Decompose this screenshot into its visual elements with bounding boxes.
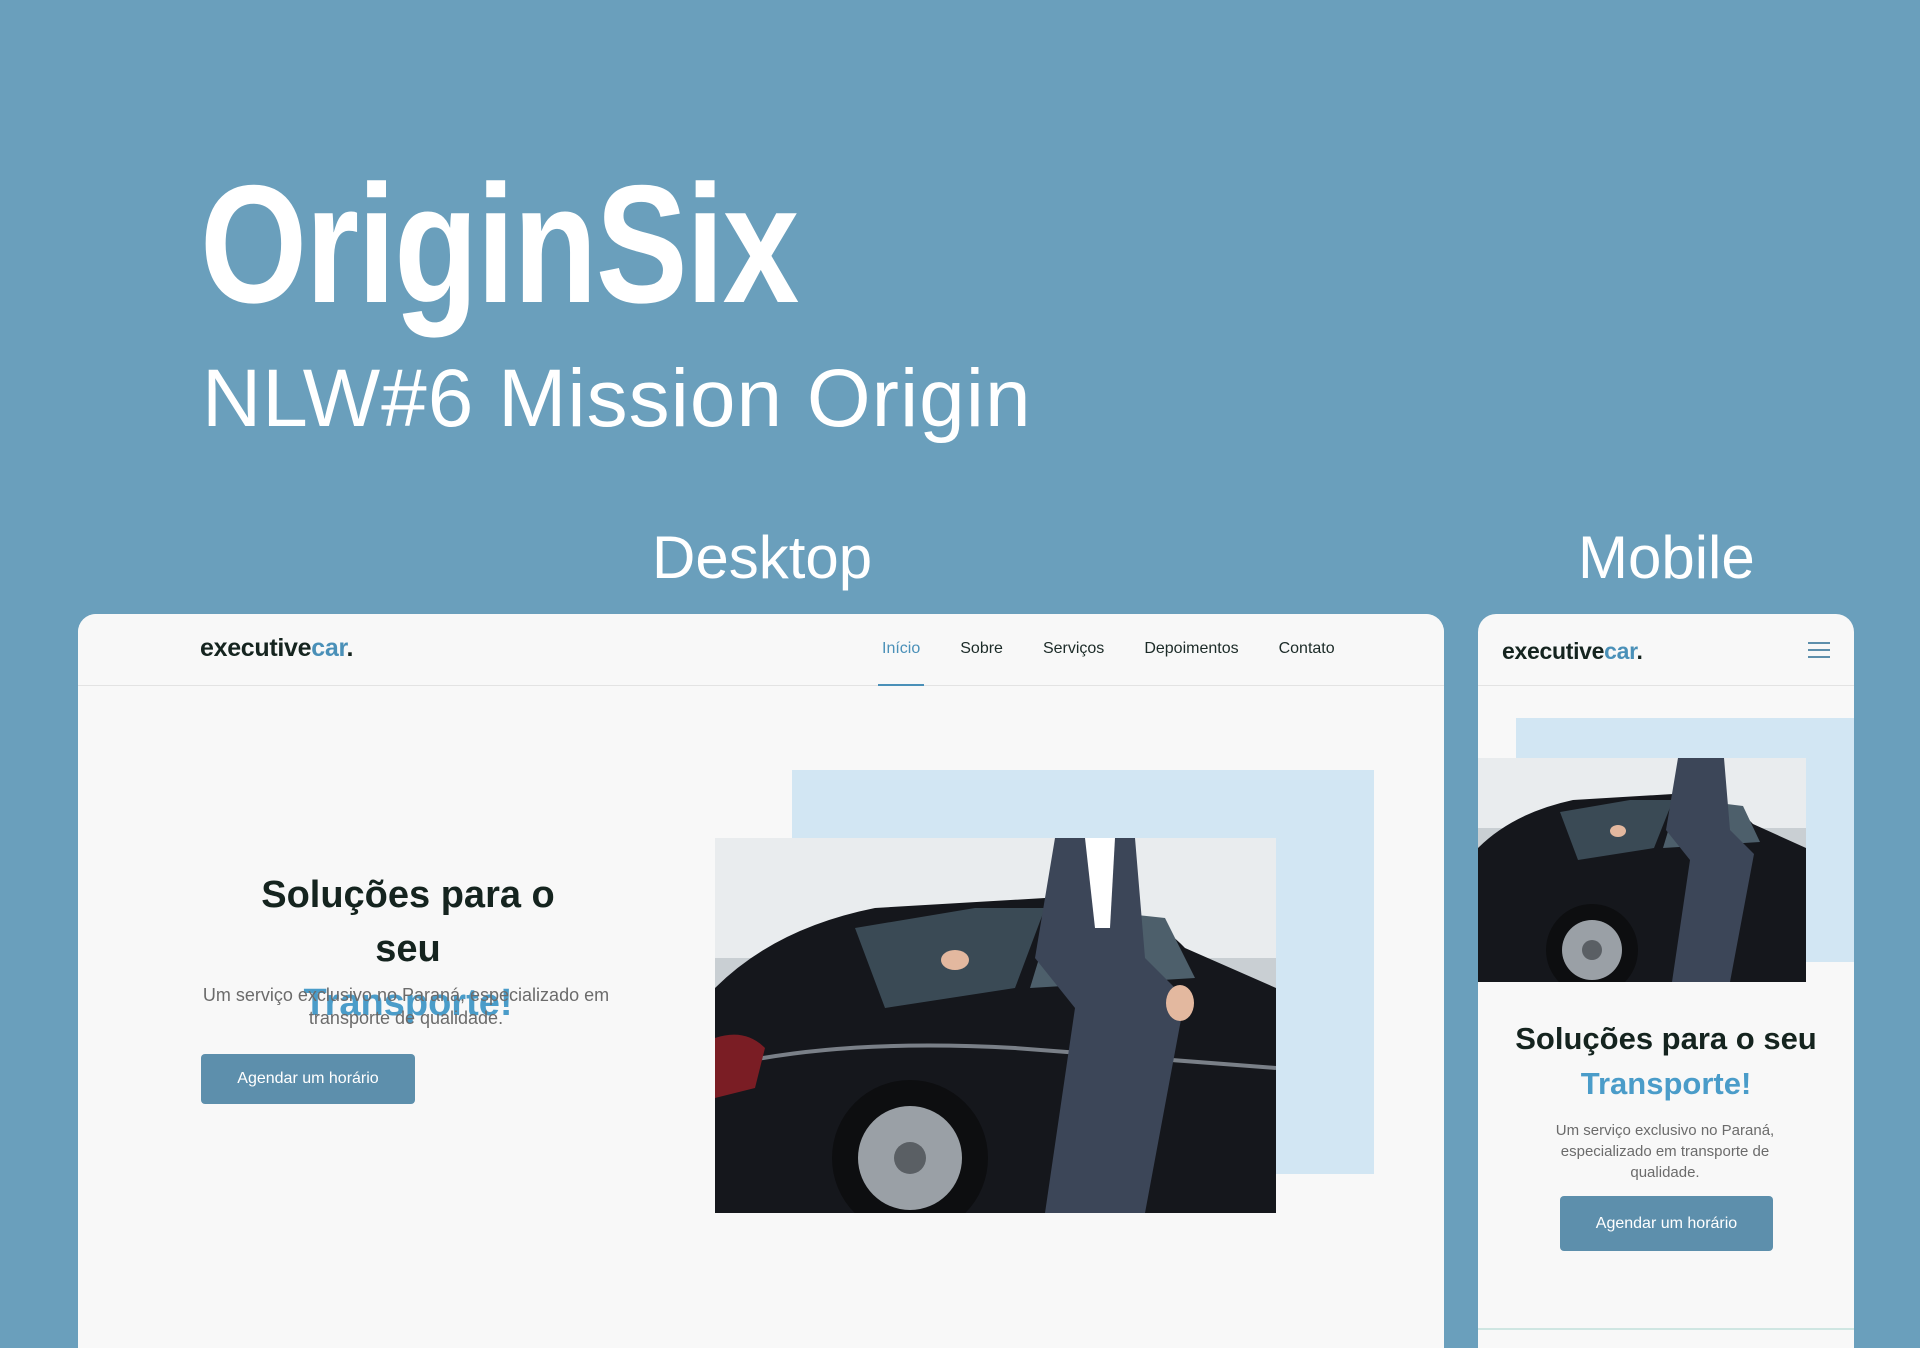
desktop-nav: Início Sobre Serviços Depoimentos Contat…	[878, 640, 1371, 686]
nav-contato[interactable]: Contato	[1275, 640, 1339, 686]
hero-title-accent: Transporte!	[1580, 1066, 1752, 1101]
logo-main: executive	[200, 634, 312, 662]
showcase-subtitle: NLW#6 Mission Origin	[202, 353, 1032, 444]
desktop-logo[interactable]: executivecar.	[200, 634, 353, 663]
mobile-hero-image	[1478, 758, 1806, 982]
showcase-title: OriginSix	[200, 150, 799, 338]
hamburger-menu-icon[interactable]	[1808, 642, 1830, 660]
logo-dot: .	[1636, 638, 1643, 664]
mobile-label: Mobile	[1578, 524, 1755, 591]
logo-accent: car	[1604, 638, 1637, 664]
nav-servicos[interactable]: Serviços	[1039, 640, 1108, 686]
desktop-hero-image	[715, 838, 1276, 1213]
nav-sobre[interactable]: Sobre	[956, 640, 1007, 686]
desktop-schedule-button[interactable]: Agendar um horário	[201, 1054, 415, 1104]
logo-main: executive	[1502, 638, 1605, 664]
mobile-section-divider	[1478, 1328, 1854, 1330]
nav-inicio[interactable]: Início	[878, 640, 925, 686]
logo-accent: car	[311, 634, 347, 662]
desktop-preview: executivecar. Início Sobre Serviços Depo…	[78, 614, 1444, 1348]
mobile-logo[interactable]: executivecar.	[1502, 638, 1643, 665]
mobile-hero-text: Um serviço exclusivo no Paraná, especial…	[1555, 1122, 1775, 1181]
mobile-preview: executivecar. Soluções para o seu Transp…	[1478, 614, 1854, 1348]
mobile-schedule-button[interactable]: Agendar um horário	[1560, 1196, 1773, 1251]
car-photo-illustration	[1478, 758, 1806, 982]
mobile-hero-title: Soluções para o seu Transporte!	[1478, 1016, 1854, 1106]
desktop-header: executivecar. Início Sobre Serviços Depo…	[78, 614, 1444, 686]
logo-dot: .	[346, 634, 354, 662]
hero-title-line1: Soluções para o seu	[1515, 1021, 1817, 1056]
mobile-header: executivecar.	[1478, 614, 1854, 686]
desktop-label: Desktop	[652, 524, 873, 591]
car-photo-illustration	[715, 838, 1276, 1213]
nav-depoimentos[interactable]: Depoimentos	[1140, 640, 1242, 686]
desktop-hero-text: Um serviço exclusivo no Paraná, especial…	[202, 985, 610, 1028]
hero-title-line1: Soluções para o seu	[261, 874, 555, 970]
